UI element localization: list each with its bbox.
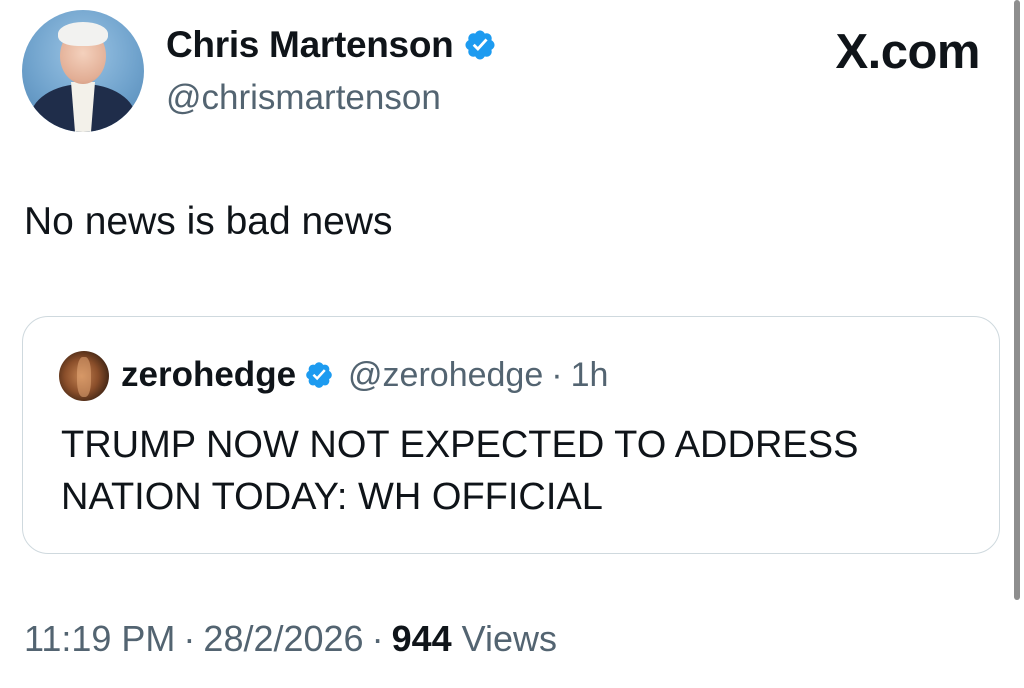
author-display-name[interactable]: Chris Martenson [166,24,454,66]
brand-watermark: X.com [835,25,980,79]
tweet-text: No news is bad news [24,200,393,243]
quoted-avatar[interactable] [59,351,109,401]
quoted-time[interactable]: 1h [571,356,609,395]
scrollbar[interactable] [1014,0,1020,600]
verified-badge-icon [465,30,495,60]
quoted-text: TRUMP NOW NOT EXPECTED TO ADDRESS NATION… [61,419,961,523]
tweet-time[interactable]: 11:19 PM [24,618,175,659]
avatar-hair [58,22,108,46]
verified-badge-icon [306,362,332,388]
quoted-header: zerohedge @zerohedge · 1h [121,355,608,395]
views-count[interactable]: 944 [392,618,452,659]
tweet-date[interactable]: 28/2/2026 [203,618,363,659]
quoted-text-line-1: TRUMP NOW NOT EXPECTED TO ADDRESS [61,424,859,466]
author-avatar[interactable] [22,10,144,132]
tweet-meta: 11:19 PM · 28/2/2026 · 944 Views [24,618,557,660]
author-name-row: Chris Martenson [166,24,497,66]
quoted-separator: · [551,355,563,394]
meta-separator: · [183,618,196,659]
avatar-shirt [71,82,95,132]
quoted-display-name[interactable]: zerohedge [121,355,296,395]
views-label: Views [461,618,558,659]
quoted-handle[interactable]: @zerohedge [348,356,543,395]
meta-separator: · [371,618,384,659]
quoted-text-line-2: NATION TODAY: WH OFFICIAL [61,476,603,518]
author-handle[interactable]: @chrismartenson [166,78,441,118]
quoted-tweet-card[interactable]: zerohedge @zerohedge · 1h TRUMP NOW NOT … [22,316,1000,554]
